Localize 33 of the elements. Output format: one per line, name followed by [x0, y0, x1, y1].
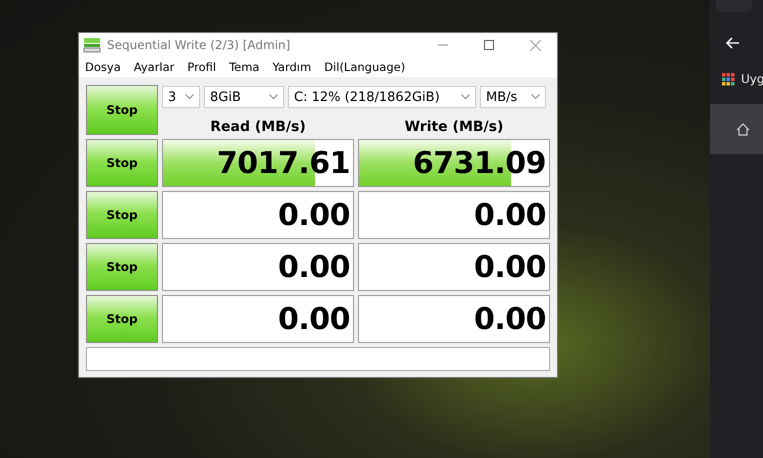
chevron-down-icon: [185, 94, 194, 100]
chevron-down-icon: [461, 94, 470, 100]
menu-item[interactable]: Dosya: [85, 60, 121, 74]
stop-button[interactable]: Stop: [86, 85, 158, 135]
result-value: 0.00: [278, 198, 351, 232]
window-title: Sequential Write (2/3) [Admin]: [107, 38, 290, 52]
dropdown[interactable]: 3: [162, 86, 200, 108]
back-arrow-icon[interactable]: [726, 37, 740, 49]
menu-item[interactable]: Profil: [187, 60, 216, 74]
chevron-down-icon: [531, 94, 540, 100]
result-value: 0.00: [474, 198, 547, 232]
column-header: Write (MB/s): [404, 119, 504, 135]
stop-button[interactable]: Stop: [86, 243, 158, 291]
menu-item[interactable]: Ayarlar: [134, 60, 174, 74]
result-value: 0.00: [474, 302, 547, 336]
chevron-down-icon: [269, 94, 278, 100]
maximize-icon[interactable]: [484, 40, 494, 50]
apps-grid-icon[interactable]: [722, 72, 735, 86]
stop-button[interactable]: Stop: [86, 191, 158, 239]
stop-button[interactable]: Stop: [86, 295, 158, 343]
dropdown[interactable]: 8GiB: [204, 86, 284, 108]
drive-icon: [83, 37, 101, 54]
result-value: 0.00: [278, 250, 351, 284]
home-icon[interactable]: [736, 122, 750, 136]
dropdown[interactable]: C: 12% (218/1862GiB): [288, 86, 476, 108]
menu-item[interactable]: Yardım: [272, 60, 312, 74]
stop-button[interactable]: Stop: [86, 139, 158, 187]
dropdown[interactable]: MB/s: [480, 86, 546, 108]
menu-item[interactable]: Dil(Language): [324, 60, 406, 74]
result-value: 0.00: [278, 302, 351, 336]
result-value: 0.00: [474, 250, 547, 284]
menu-item[interactable]: Tema: [229, 60, 260, 74]
column-header: Read (MB/s): [209, 119, 307, 135]
